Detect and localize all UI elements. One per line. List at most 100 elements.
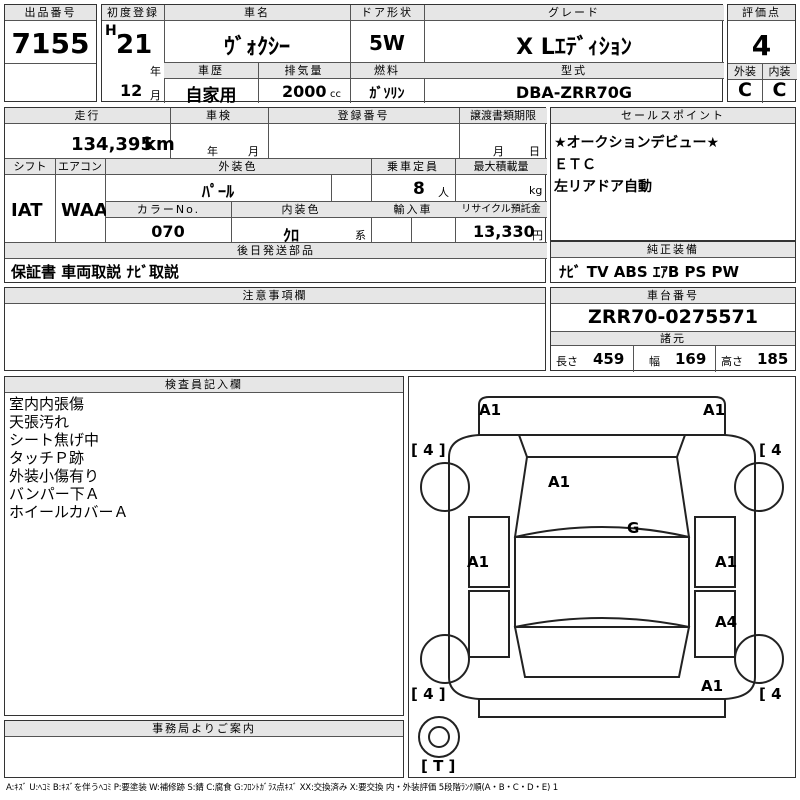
grade: X Lｴﾃﾞｨｼｮﾝ	[516, 35, 632, 60]
notes-box: 注意事項欄	[4, 287, 546, 371]
lot-number-box: 出品番号 7155	[4, 4, 97, 102]
seats: 8	[413, 179, 425, 199]
seats-unit: 人	[438, 186, 449, 199]
shift-label: シフト	[5, 159, 55, 175]
recycle-label: リサイクル預託金	[455, 202, 547, 218]
transfer-month-unit: 月	[493, 145, 504, 158]
height: 185	[757, 350, 789, 368]
mileage-unit: km	[144, 134, 175, 155]
inspector-line: ホイールカバーＡ	[9, 503, 129, 521]
equipment-box: 純正装備 ﾅﾋﾞ TV ABS ｴｱB PS PW	[550, 241, 796, 283]
mark-right-rear: A4	[715, 613, 738, 631]
length-label: 長さ	[556, 355, 578, 368]
score-label: 評価点	[728, 5, 795, 21]
tire-fl: [ 4 ]	[411, 441, 446, 459]
legend: A:ｷｽﾞ U:ﾍｺﾐ B:ｷｽﾞを伴うﾍｺﾐ P:要塗装 W:補修跡 S:錆 …	[6, 783, 558, 793]
history: 自家用	[185, 86, 237, 106]
mileage-label: 走行	[5, 108, 170, 124]
equipment: ﾅﾋﾞ TV ABS ｴｱB PS PW	[559, 263, 740, 281]
fuel-label: 燃料	[350, 63, 424, 79]
ac-label: エアコン	[55, 159, 105, 175]
door-label: ドア形状	[350, 5, 424, 21]
grade-label: グレード	[424, 5, 724, 21]
ext-label: 外装	[728, 64, 762, 80]
ac: WAA	[61, 200, 108, 221]
door-type: 5W	[369, 31, 405, 55]
inspect-year-unit: 年	[207, 145, 218, 158]
mark-front-left: A1	[479, 401, 502, 419]
int-color-unit: 系	[355, 229, 366, 242]
notes-label: 注意事項欄	[5, 288, 545, 304]
int-label: 内装	[762, 64, 797, 80]
displacement-unit: cc	[330, 89, 341, 100]
ext-score: C	[738, 79, 752, 101]
model: DBA-ZRR70G	[515, 83, 633, 102]
details-box: 走行 車検 登録番号 譲渡書類期限 134,395 km 年 月 月 日 シフト…	[4, 107, 547, 283]
import-label: 輸入車	[371, 202, 455, 218]
lot-number-label: 出品番号	[5, 5, 96, 21]
sales-line-3: 左リアドア自動	[554, 179, 652, 195]
recycle: 13,330	[473, 222, 535, 241]
mark-left-mid: A1	[467, 553, 490, 571]
color-no: 070	[151, 222, 185, 241]
width-label: 幅	[649, 355, 660, 368]
first-reg-year: 21	[116, 30, 153, 60]
color-label: 外装色	[105, 159, 371, 175]
load-unit: kg	[529, 184, 543, 197]
reg-label: 登録番号	[268, 108, 459, 124]
width: 169	[675, 350, 707, 368]
inspect-label: 車検	[170, 108, 268, 124]
car-name-label: 車名	[164, 5, 350, 21]
inspect-month-unit: 月	[248, 145, 259, 158]
inspector-line: 外装小傷有り	[9, 467, 100, 485]
mileage: 134,395	[71, 134, 153, 155]
seat-label: 乗車定員	[371, 159, 455, 175]
ext-color: ﾊﾟｰﾙ	[201, 182, 234, 201]
recycle-unit: 円	[532, 229, 543, 242]
lot-number: 7155	[11, 27, 90, 60]
car-outline-diagram	[418, 396, 784, 758]
chassis-number: ZRR70-0275571	[588, 306, 758, 328]
length: 459	[593, 350, 625, 368]
sales-line-2: ＥＴＣ	[554, 157, 596, 173]
office-box: 事務局よりご案内	[4, 720, 404, 778]
chassis-box: 車台番号 ZRR70-0275571 諸元 長さ 459 幅 169 高さ 18…	[550, 287, 796, 372]
score-box: 評価点 4 外装 内装 C C	[727, 4, 797, 103]
int-color-label: 内装色	[231, 202, 371, 218]
color-no-label: カラーNo.	[106, 202, 231, 218]
tire-spare: [ T ]	[421, 757, 456, 775]
int-score: C	[772, 79, 787, 101]
damage-diagram: A1 A1 A1 G A1 A1 A4 A1 [ 4 ] [ 4 [ 4 ] […	[408, 376, 796, 778]
displacement: 2000	[282, 82, 327, 101]
score: 4	[751, 29, 772, 62]
mark-rear-right: A1	[701, 677, 724, 695]
parts-label: 後日発送部品	[5, 243, 547, 259]
parts: 保証書 車両取説 ﾅﾋﾞ取説	[11, 263, 179, 281]
chassis-label: 車台番号	[551, 288, 795, 304]
inspector-label: 検査員記入欄	[5, 377, 403, 393]
sales-label: セールスポイント	[551, 108, 795, 124]
specs-label: 諸元	[551, 332, 795, 346]
year-unit: 年	[150, 65, 161, 78]
vehicle-info-box: 初度登録 車名 ドア形状 グレード H 21 年 12 月 ｳﾞｫｸｼｰ 5W …	[101, 4, 724, 106]
mark-hood: A1	[548, 473, 571, 491]
displacement-label: 排気量	[258, 63, 350, 79]
first-reg-month: 12	[120, 81, 143, 100]
inspector-line: バンパー下Ａ	[9, 485, 100, 503]
inspector-line: 天張汚れ	[9, 413, 70, 431]
shift: IAT	[11, 200, 43, 221]
inspector-line: タッチＰ跡	[9, 449, 85, 467]
inspector-line: 室内内張傷	[9, 395, 85, 413]
month-unit: 月	[150, 89, 161, 102]
transfer-day-unit: 日	[529, 145, 540, 158]
inspector-box: 検査員記入欄 室内内張傷 天張汚れ シート焦げ中 タッチＰ跡 外装小傷有り バン…	[4, 376, 404, 716]
first-reg-label: 初度登録	[102, 5, 164, 21]
height-label: 高さ	[721, 355, 743, 368]
mark-front-right: A1	[703, 401, 726, 419]
era: H	[105, 23, 117, 39]
equip-label: 純正装備	[551, 242, 795, 258]
transfer-label: 譲渡書類期限	[459, 108, 547, 124]
tire-rl: [ 4 ]	[411, 685, 446, 703]
inspector-line: シート焦げ中	[9, 431, 100, 449]
tire-fr: [ 4	[759, 441, 782, 459]
